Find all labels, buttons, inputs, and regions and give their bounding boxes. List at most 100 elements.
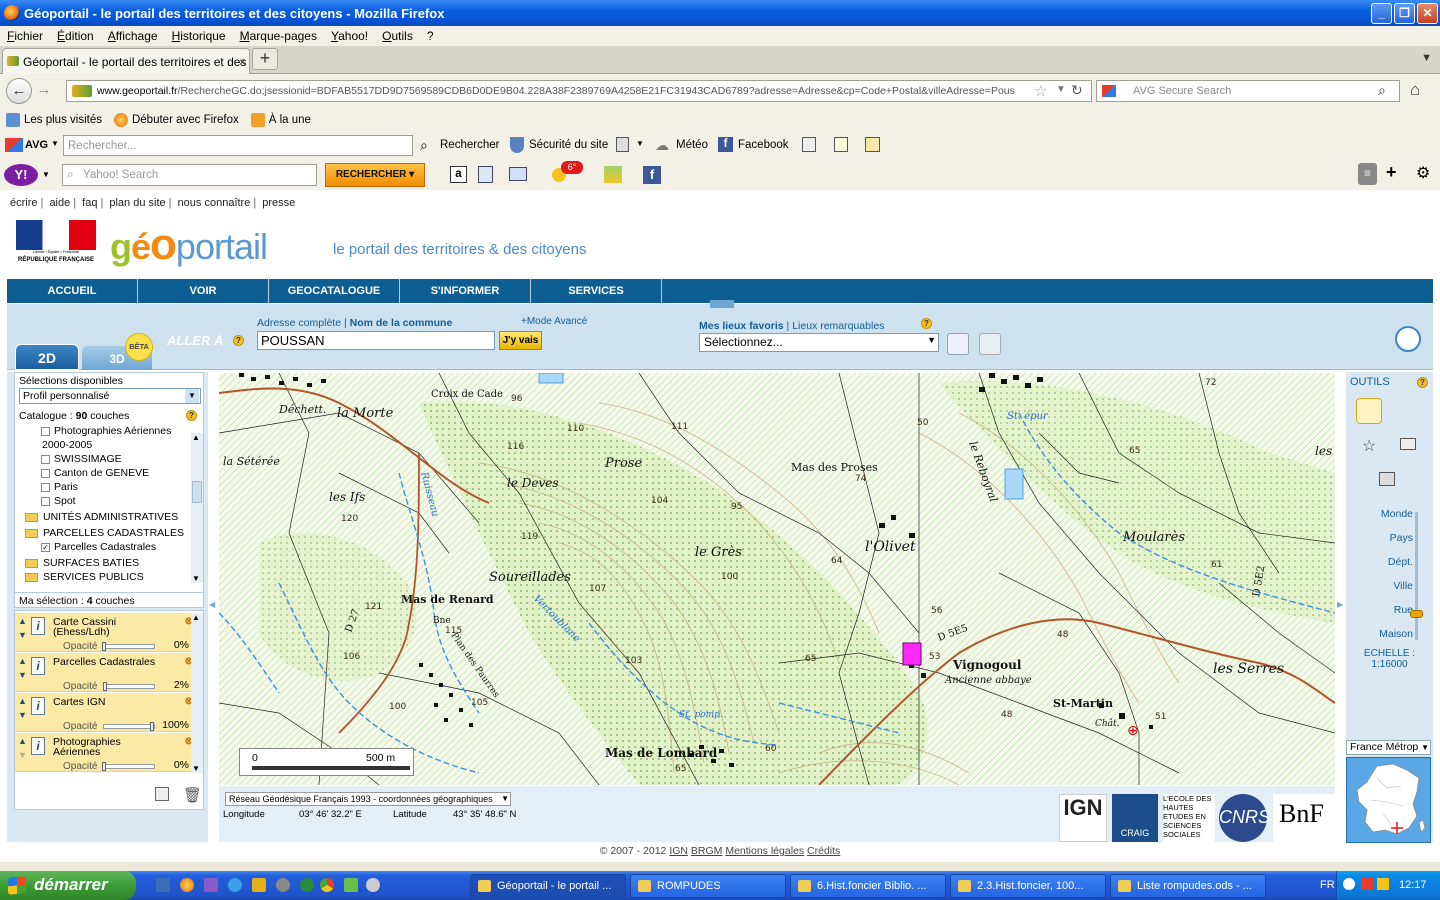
layer-photographies-aeriennes[interactable]: ▲ ▼ i Photographies Aériennes ⊗ Opacité 0…	[15, 733, 197, 772]
tree-item-parcelles[interactable]: ✓ Parcelles Cadastrales	[41, 541, 156, 553]
info-icon[interactable]: i	[31, 657, 45, 675]
tree-folder-services[interactable]: SERVICES PUBLICS	[25, 571, 144, 583]
opacity-knob[interactable]	[150, 722, 154, 731]
overview-minimap[interactable]	[1346, 757, 1431, 843]
tree-item-geneve[interactable]: Canton de GENEVE	[41, 467, 149, 479]
forward-button[interactable]: →	[34, 78, 54, 104]
scroll-down-icon[interactable]: ▼	[192, 764, 200, 773]
add-icon[interactable]: +	[1386, 162, 1397, 183]
url-bar[interactable]: www.geoportail.fr/RechercheGC.do;jsessio…	[66, 80, 1092, 102]
collapse-right-panel-icon[interactable]: ▶	[1337, 600, 1343, 609]
close-window-button[interactable]: ✕	[1417, 3, 1438, 24]
taskbar-item-rompudes[interactable]: ROMPUDES	[630, 874, 786, 898]
quicklaunch-app-icon[interactable]	[366, 878, 380, 892]
option-adresse-complete[interactable]: Adresse complète | Nom de la commune	[257, 317, 452, 329]
quicklaunch-desktop-icon[interactable]	[156, 878, 170, 892]
bookmark-headlines[interactable]: À la une	[250, 113, 311, 127]
layer-parcelles-cadastrales[interactable]: ▲ ▼ i Parcelles Cadastrales ⊗ Opacité 2%	[15, 653, 197, 692]
profile-select[interactable]: Profil personnalisé ▼	[19, 388, 201, 404]
opacity-knob[interactable]	[102, 682, 107, 691]
link-nous-connaitre[interactable]: nous connaître	[178, 197, 251, 209]
tree-folder-unites[interactable]: UNITÉS ADMINISTRATIVES	[25, 511, 178, 523]
favorites-select[interactable]: Sélectionnez... ▼	[699, 333, 939, 352]
my-favorites-link[interactable]: Mes lieux favoris	[699, 320, 784, 332]
avg-search-engine-icon[interactable]	[1102, 85, 1116, 97]
menu-affichage[interactable]: Affichage	[108, 29, 158, 43]
menu-help[interactable]: ?	[427, 29, 434, 43]
avg-logo-text[interactable]: AVG	[25, 139, 48, 151]
scroll-thumb[interactable]	[192, 481, 202, 503]
yahoo-search-button[interactable]: RECHERCHER ▾	[325, 163, 425, 187]
mail-icon[interactable]	[509, 167, 527, 181]
avg-search-input[interactable]: Rechercher...	[63, 135, 413, 156]
footer-link-ign[interactable]: IGN	[669, 845, 688, 857]
print-icon[interactable]	[1379, 472, 1395, 486]
link-plan-du-site[interactable]: plan du site	[109, 197, 165, 209]
pin-icon[interactable]	[947, 333, 969, 355]
menu-fichier[interactable]: Fichier	[7, 29, 43, 43]
scroll-up-icon[interactable]: ▲	[192, 433, 200, 442]
map-canvas[interactable]: ⊕ Déchett. la Morte Croix de Cade la Sét…	[219, 373, 1335, 785]
avg-search-button[interactable]: Rechercher	[440, 139, 499, 151]
info-icon[interactable]: i	[31, 617, 45, 635]
checkbox[interactable]	[41, 496, 50, 506]
minimap-region-select[interactable]: France Métrop ▼	[1346, 740, 1431, 755]
taskbar-item-geoportail[interactable]: Géoportail - le portail ...	[470, 874, 626, 898]
delete-icon[interactable]	[979, 333, 1001, 355]
quicklaunch-chrome-icon[interactable]	[320, 878, 334, 892]
start-button[interactable]: démarrer	[0, 871, 136, 900]
tree-folder-surfaces[interactable]: SURFACES BATIES	[25, 557, 139, 569]
quicklaunch-firefox-icon[interactable]	[180, 878, 194, 892]
quicklaunch-ie-icon[interactable]	[228, 878, 242, 892]
craig-logo[interactable]: CRAIG	[1112, 794, 1158, 842]
move-down-icon[interactable]: ▼	[18, 751, 28, 760]
tab-list-chevron-icon[interactable]: ▼	[1421, 52, 1432, 64]
url-dropdown-icon[interactable]: ▼	[1056, 84, 1066, 95]
tray-icon[interactable]	[1343, 878, 1355, 890]
scroll-down-icon[interactable]: ▼	[192, 574, 200, 583]
back-button[interactable]: ←	[6, 78, 32, 104]
bnf-logo[interactable]: BnF	[1273, 794, 1335, 842]
gear-icon[interactable]: ⚙	[1416, 163, 1430, 183]
collapse-left-panel-icon[interactable]: ◀	[209, 600, 215, 609]
link-aide[interactable]: aide	[49, 197, 70, 209]
selection-scrollbar[interactable]: ▲ ▼	[191, 613, 203, 773]
geoportail-logo[interactable]: géoportail	[110, 220, 268, 270]
opacity-slider[interactable]	[102, 762, 155, 771]
nav-voir[interactable]: VOIR	[138, 279, 269, 303]
new-tab-button[interactable]: +	[252, 48, 278, 70]
calculator-icon[interactable]	[802, 137, 816, 152]
minimize-button[interactable]: _	[1371, 3, 1392, 24]
zoom-level-ville[interactable]: Ville	[1393, 580, 1413, 592]
taskbar-item-hist-foncier-100[interactable]: 2.3.Hist.foncier, 100...	[950, 874, 1106, 898]
tree-item-photos[interactable]: Photographies Aériennes	[41, 425, 171, 437]
home-icon[interactable]: ⌂	[1410, 80, 1420, 100]
clock[interactable]: 12:17	[1399, 879, 1427, 891]
list-icon[interactable]: ≡	[1358, 163, 1377, 185]
quicklaunch-media-icon[interactable]	[276, 878, 290, 892]
save-icon[interactable]	[155, 787, 169, 801]
help-icon[interactable]: ?	[186, 410, 197, 421]
move-down-icon[interactable]: ▼	[18, 631, 28, 640]
zoom-slider-knob[interactable]	[1410, 610, 1423, 619]
go-button[interactable]: J'y vais	[499, 331, 542, 350]
menu-marque-pages[interactable]: Marque-pages	[240, 29, 317, 43]
footer-link-credits[interactable]: Crédits	[807, 845, 840, 857]
search-input[interactable]: AVG Secure Search	[1096, 80, 1400, 102]
layer-carte-cassini[interactable]: ▲ ▼ i Carte Cassini (Ehess/Ldh) ⊗ Opacité…	[15, 613, 197, 652]
tree-item-swissimage[interactable]: SWISSIMAGE	[41, 453, 122, 465]
yahoo-search-input[interactable]: Yahoo! Search	[62, 164, 317, 186]
checkbox[interactable]	[41, 426, 50, 436]
zoom-level-pays[interactable]: Pays	[1390, 532, 1413, 544]
games-icon[interactable]	[604, 166, 622, 183]
opacity-slider[interactable]	[102, 682, 155, 691]
move-down-icon[interactable]: ▼	[18, 671, 28, 680]
move-up-icon[interactable]: ▲	[18, 657, 28, 666]
tree-folder-parcelles[interactable]: PARCELLES CADASTRALES	[25, 527, 184, 539]
dropdown-icon[interactable]: ▼	[636, 139, 644, 148]
trash-icon[interactable]	[616, 137, 629, 152]
bookmark-getting-started[interactable]: Débuter avec Firefox	[113, 113, 239, 127]
info-icon[interactable]: i	[31, 737, 45, 755]
footer-link-mentions[interactable]: Mentions légales	[725, 845, 804, 857]
nav-geocatalogue[interactable]: GEOCATALOGUE	[269, 279, 400, 303]
